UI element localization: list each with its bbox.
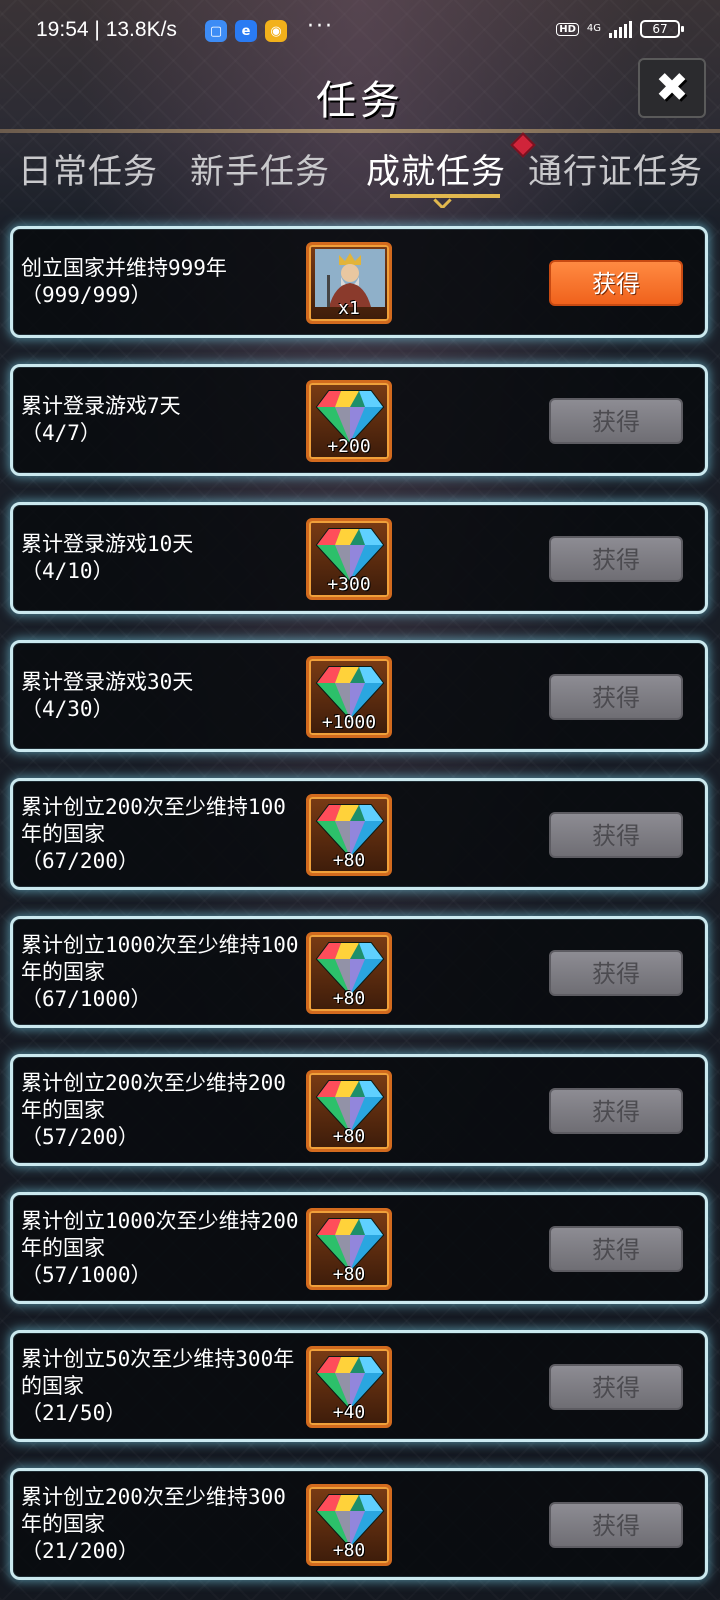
reward-box: +80 xyxy=(306,794,392,876)
notification-icons: ▢ e ◉ xyxy=(205,20,287,42)
reward-box: +40 xyxy=(306,1346,392,1428)
task-name: 累计登录游戏10天 xyxy=(21,532,194,556)
task-progress: （67/1000） xyxy=(21,986,152,1011)
header-divider xyxy=(0,129,720,133)
reward-amount: +1000 xyxy=(321,712,377,733)
browser-app-icon: e xyxy=(235,20,257,42)
reward-amount: +40 xyxy=(332,1402,366,1423)
hd-icon: HD xyxy=(556,22,579,36)
claim-button[interactable]: 获得 xyxy=(549,260,683,306)
task-name: 累计登录游戏30天 xyxy=(21,670,194,694)
claim-button[interactable]: 获得 xyxy=(549,1226,683,1272)
task-card: 创立国家并维持999年 （999/999） x1 获得 xyxy=(10,226,708,338)
reward-amount: +300 xyxy=(327,574,371,595)
claim-button[interactable]: 获得 xyxy=(549,1088,683,1134)
tab-pass[interactable]: 通行证任务 xyxy=(528,144,703,193)
reward-amount: +80 xyxy=(332,850,366,871)
reward-box: x1 xyxy=(306,242,392,324)
claim-button[interactable]: 获得 xyxy=(549,1502,683,1548)
task-description: 累计创立1000次至少维持100年的国家 （67/1000） xyxy=(21,919,301,1025)
task-description: 累计登录游戏10天 （4/10） xyxy=(21,505,301,611)
task-card: 累计创立1000次至少维持200年的国家 （57/1000） +80 获得 xyxy=(10,1192,708,1304)
task-progress: （57/200） xyxy=(21,1124,139,1149)
task-progress: （4/7） xyxy=(21,421,101,445)
reward-amount: +80 xyxy=(332,1540,366,1561)
task-description: 创立国家并维持999年 （999/999） xyxy=(21,229,301,335)
battery-icon: 67 xyxy=(640,20,684,38)
task-name: 累计创立1000次至少维持100年的国家 xyxy=(21,932,299,984)
reward-amount: +80 xyxy=(332,1264,366,1285)
reward-amount: +80 xyxy=(332,1126,366,1147)
reward-box: +80 xyxy=(306,1070,392,1152)
task-card: 累计创立50次至少维持300年的国家 （21/50） +40 获得 xyxy=(10,1330,708,1442)
task-progress: （999/999） xyxy=(21,283,152,307)
task-name: 累计创立50次至少维持300年的国家 xyxy=(21,1346,295,1398)
task-card: 累计登录游戏30天 （4/30） +1000 获得 xyxy=(10,640,708,752)
task-card: 累计创立200次至少维持300年的国家 （21/200） +80 获得 xyxy=(10,1468,708,1580)
network-speed: | 13.8K/s xyxy=(94,18,177,41)
reward-box: +200 xyxy=(306,380,392,462)
task-card: 累计登录游戏7天 （4/7） +200 获得 xyxy=(10,364,708,476)
reward-amount: +200 xyxy=(327,436,371,457)
claim-button[interactable]: 获得 xyxy=(549,1364,683,1410)
reward-amount: +80 xyxy=(332,988,366,1009)
claim-button[interactable]: 获得 xyxy=(549,950,683,996)
tab-newbie[interactable]: 新手任务 xyxy=(190,144,330,193)
page-title: 任务 xyxy=(316,78,404,124)
clock: 19:54 xyxy=(36,18,89,41)
network-type: 4G xyxy=(586,23,601,34)
claim-button[interactable]: 获得 xyxy=(549,674,683,720)
message-app-icon: ▢ xyxy=(205,20,227,42)
more-notifications-icon: ··· xyxy=(307,14,334,39)
task-name: 累计创立1000次至少维持200年的国家 xyxy=(21,1208,299,1260)
task-name: 累计创立200次至少维持300年的国家 xyxy=(21,1484,286,1536)
claim-button[interactable]: 获得 xyxy=(549,536,683,582)
close-icon: ✖ xyxy=(655,65,689,111)
signal-icon xyxy=(609,20,632,38)
task-description: 累计创立50次至少维持300年的国家 （21/50） xyxy=(21,1333,301,1439)
tab-daily[interactable]: 日常任务 xyxy=(18,144,158,193)
reward-box: +1000 xyxy=(306,656,392,738)
task-progress: （67/200） xyxy=(21,848,139,873)
task-name: 累计登录游戏7天 xyxy=(21,394,181,418)
weibo-app-icon: ◉ xyxy=(265,20,287,42)
tab-achievement[interactable]: 成就任务 xyxy=(366,144,506,193)
task-progress: （4/30） xyxy=(21,697,114,721)
task-name: 累计创立200次至少维持200年的国家 xyxy=(21,1070,286,1122)
tab-bar: 日常任务 新手任务 成就任务 通行证任务 xyxy=(0,138,720,208)
task-name: 创立国家并维持999年 xyxy=(21,256,227,280)
status-right: HD 4G 67 xyxy=(556,20,684,38)
task-card: 累计创立200次至少维持100年的国家 （67/200） +80 获得 xyxy=(10,778,708,890)
task-description: 累计创立1000次至少维持200年的国家 （57/1000） xyxy=(21,1195,301,1301)
task-description: 累计创立200次至少维持200年的国家 （57/200） xyxy=(21,1057,301,1163)
claim-button[interactable]: 获得 xyxy=(549,398,683,444)
task-description: 累计登录游戏30天 （4/30） xyxy=(21,643,301,749)
reward-box: +300 xyxy=(306,518,392,600)
task-description: 累计创立200次至少维持300年的国家 （21/200） xyxy=(21,1471,301,1577)
task-card: 累计创立1000次至少维持100年的国家 （67/1000） +80 获得 xyxy=(10,916,708,1028)
reward-box: +80 xyxy=(306,932,392,1014)
task-progress: （57/1000） xyxy=(21,1262,152,1287)
task-progress: （21/200） xyxy=(21,1538,139,1563)
task-name: 累计创立200次至少维持100年的国家 xyxy=(21,794,286,846)
status-bar: 19:54 | 13.8K/s ▢ e ◉ ··· HD 4G 67 xyxy=(0,0,720,64)
reward-box: +80 xyxy=(306,1208,392,1290)
reward-amount: x1 xyxy=(338,298,360,319)
task-card: 累计创立200次至少维持200年的国家 （57/200） +80 获得 xyxy=(10,1054,708,1166)
task-card: 累计登录游戏10天 （4/10） +300 获得 xyxy=(10,502,708,614)
task-progress: （21/50） xyxy=(21,1400,127,1425)
close-button[interactable]: ✖ xyxy=(638,58,706,118)
task-description: 累计创立200次至少维持100年的国家 （67/200） xyxy=(21,781,301,887)
status-time: 19:54 | 13.8K/s xyxy=(36,18,177,42)
task-description: 累计登录游戏7天 （4/7） xyxy=(21,367,301,473)
reward-box: +80 xyxy=(306,1484,392,1566)
claim-button[interactable]: 获得 xyxy=(549,812,683,858)
task-progress: （4/10） xyxy=(21,559,114,583)
